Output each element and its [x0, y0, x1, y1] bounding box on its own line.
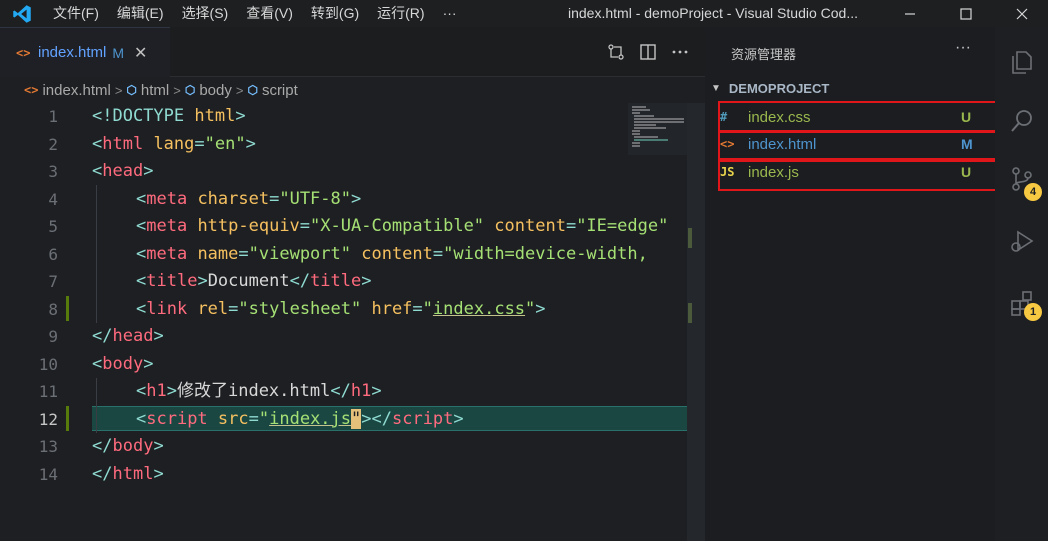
open-changes-icon[interactable]	[607, 43, 625, 61]
search-icon[interactable]	[995, 97, 1048, 145]
chevron-right-icon: >	[114, 82, 123, 98]
code-line: <meta charset="UTF-8">	[136, 188, 362, 209]
window-title: index.html - demoProject - Visual Studio…	[568, 5, 858, 21]
explorer-sidebar: 资源管理器 ··· ▼ DEMOPROJECT # index.css U <>…	[705, 27, 1011, 541]
extensions-icon[interactable]	[995, 279, 1048, 327]
highlight-box	[718, 131, 1006, 160]
element-icon: ⬡	[184, 83, 196, 97]
menu-view[interactable]: 查看(V)	[237, 0, 302, 27]
more-actions-icon[interactable]	[671, 43, 689, 61]
menu-run[interactable]: 运行(R)	[368, 0, 433, 27]
chevron-down-icon: ▼	[711, 83, 721, 94]
menu-bar: 文件(F) 编辑(E) 选择(S) 查看(V) 转到(G) 运行(R) ···	[44, 0, 466, 27]
minimize-icon	[905, 12, 915, 15]
explorer-title: 资源管理器	[731, 47, 797, 62]
menu-more[interactable]: ···	[434, 0, 466, 27]
menu-selection[interactable]: 选择(S)	[173, 0, 238, 27]
indent-guide	[96, 378, 97, 433]
menu-edit[interactable]: 编辑(E)	[108, 0, 173, 27]
code-line: <link rel="stylesheet" href="index.css">	[136, 298, 546, 319]
code-area[interactable]: <!DOCTYPE html> <html lang="en"> <head> …	[0, 103, 687, 541]
code-line: <meta http-equiv="X-UA-Compatible" conte…	[136, 216, 669, 236]
breadcrumb-script[interactable]: script	[262, 82, 298, 99]
code-line: </head>	[92, 326, 164, 346]
tab-label: index.html	[38, 44, 107, 61]
tab-close-icon[interactable]: ✕	[134, 43, 147, 63]
files-icon[interactable]	[995, 37, 1048, 85]
scrollbar-change-marker	[688, 303, 692, 323]
code-line: <!DOCTYPE html>	[92, 106, 246, 126]
code-line: <h1>修改了index.html</h1>	[136, 381, 382, 401]
project-folder[interactable]: ▼ DEMOPROJECT	[711, 81, 829, 96]
extensions-badge: 1	[1024, 303, 1042, 321]
run-debug-icon[interactable]	[995, 217, 1048, 265]
code-line: <head>	[92, 161, 154, 181]
tab-modified-badge: M	[112, 44, 125, 61]
code-line: <meta name="viewport" content="width=dev…	[136, 243, 648, 264]
text-cursor: "	[351, 408, 362, 429]
split-editor-icon[interactable]	[639, 43, 657, 61]
html-file-icon: <>	[16, 45, 31, 60]
element-icon: ⬡	[247, 83, 258, 97]
activity-bar: 4 1	[995, 27, 1048, 541]
code-line: <body>	[92, 353, 154, 374]
element-icon: ⬡	[126, 83, 137, 97]
file-link[interactable]: index.js	[269, 409, 351, 429]
code-editor[interactable]: 1 2 3 4 5 6 7 8 9 10 11 12 13 14 <!DOCTY…	[0, 103, 705, 541]
chevron-right-icon: >	[173, 82, 181, 98]
breadcrumb-html[interactable]: html	[141, 82, 169, 99]
highlight-box	[718, 160, 1011, 191]
breadcrumb: <> index.html > ⬡ html > ⬡ body > ⬡ scri…	[0, 77, 705, 103]
close-icon	[1016, 8, 1028, 19]
code-line-active: <script src="index.js"></script>	[136, 408, 464, 429]
project-name: DEMOPROJECT	[728, 81, 830, 96]
chevron-right-icon: >	[235, 82, 244, 98]
breadcrumb-file[interactable]: index.html	[42, 82, 110, 99]
minimap[interactable]	[628, 103, 687, 155]
code-line: <title>Document</title>	[136, 271, 372, 291]
code-line: </body>	[92, 436, 164, 456]
tab-index-html[interactable]: <> index.html M ✕	[0, 27, 170, 77]
code-line: </html>	[92, 463, 164, 484]
vscode-logo-icon[interactable]	[0, 0, 44, 27]
maximize-icon	[960, 7, 972, 20]
html-file-icon: <>	[24, 83, 39, 97]
editor-tab-strip: <> index.html M ✕	[0, 27, 705, 77]
close-window-button[interactable]	[996, 0, 1048, 27]
menu-file[interactable]: 文件(F)	[44, 0, 108, 27]
scrollbar-change-marker	[688, 228, 692, 248]
indent-guide	[96, 185, 97, 323]
editor-actions	[607, 27, 689, 77]
title-bar: 文件(F) 编辑(E) 选择(S) 查看(V) 转到(G) 运行(R) ··· …	[0, 0, 1048, 27]
code-line: <html lang="en">	[92, 133, 256, 154]
minimize-button[interactable]	[884, 0, 936, 27]
highlight-box	[718, 101, 1007, 132]
minimap-preview	[632, 106, 684, 147]
maximize-button[interactable]	[940, 0, 992, 27]
source-control-badge: 4	[1024, 183, 1042, 201]
menu-go[interactable]: 转到(G)	[302, 0, 368, 27]
explorer-more-icon[interactable]: ···	[955, 39, 971, 57]
breadcrumb-body[interactable]: body	[199, 82, 232, 99]
file-link[interactable]: index.css	[433, 299, 525, 319]
